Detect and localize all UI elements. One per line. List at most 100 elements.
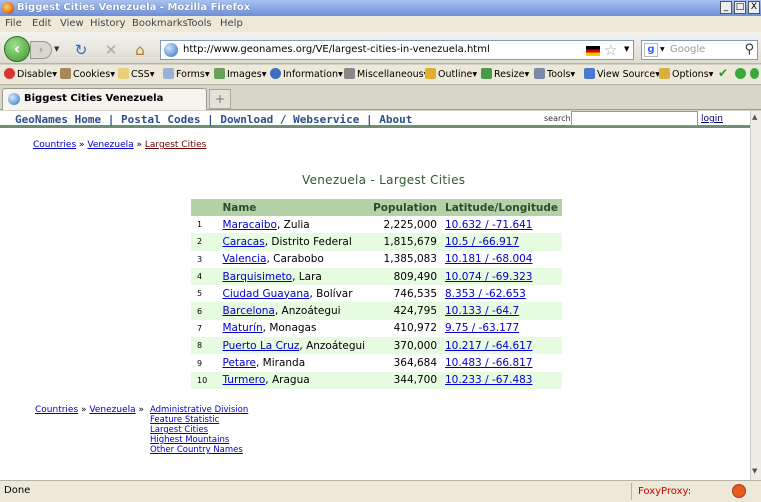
coords-link[interactable]: 10.233 / -67.483: [445, 374, 532, 386]
outline-menu[interactable]: Outline▾: [425, 68, 477, 80]
vertical-scrollbar[interactable]: ▲ ▼: [750, 111, 761, 480]
link-feature-statistic[interactable]: Feature Statistic: [150, 415, 248, 425]
cell-name: Barcelona, Anzoátegui: [218, 302, 370, 320]
cell-coords: 9.75 / -63.177: [441, 319, 562, 338]
forms-menu[interactable]: Forms▾: [163, 68, 210, 80]
menu-edit[interactable]: Edit: [32, 16, 51, 32]
view-source-menu[interactable]: View Source▾: [584, 68, 660, 80]
tools-label: Tools: [547, 69, 571, 80]
cell-population: 746,535: [369, 285, 441, 303]
history-dropdown-icon[interactable]: ▼: [54, 45, 59, 53]
link-largest-cities[interactable]: Largest Cities: [150, 425, 248, 435]
city-link[interactable]: Maturín: [222, 322, 262, 334]
reload-icon[interactable]: ↻: [72, 41, 90, 59]
cell-rank: 8: [191, 337, 219, 355]
validate-html-icon[interactable]: [750, 68, 761, 80]
stop-icon[interactable]: ✕: [102, 41, 120, 59]
menu-help[interactable]: Help: [220, 16, 243, 32]
nav-postal-codes[interactable]: Postal Codes: [121, 113, 200, 126]
nav-download-webservice[interactable]: Download / Webservice: [220, 113, 359, 126]
back-button[interactable]: ‹: [4, 36, 30, 62]
link-administrative-division[interactable]: Administrative Division: [150, 405, 248, 415]
search-box[interactable]: g ▼ Google ⚲: [641, 40, 758, 60]
options-menu[interactable]: Options▾: [659, 68, 713, 80]
home-icon[interactable]: ⌂: [131, 41, 149, 59]
table-row: 2 Caracas, Distrito Federal 1,815,679 10.5 …: [191, 233, 562, 251]
coords-link[interactable]: 8.353 / -62.653: [445, 288, 526, 300]
coords-link[interactable]: 10.217 / -64.617: [445, 340, 532, 352]
city-link[interactable]: Ciudad Guayana: [222, 288, 309, 300]
nav-geonames-home[interactable]: GeoNames Home: [15, 113, 101, 126]
css-menu[interactable]: CSS▾: [118, 68, 154, 80]
table-row: 5 Ciudad Guayana, Bolívar 746,535 8.353 / -…: [191, 285, 562, 303]
url-dropdown-icon[interactable]: ▼: [624, 45, 629, 53]
tab-bar: Biggest Cities Venezuela +: [0, 86, 761, 110]
images-menu[interactable]: Images▾: [214, 68, 266, 80]
forward-button[interactable]: ›: [30, 41, 52, 59]
breadcrumb-countries[interactable]: Countries: [33, 140, 76, 150]
miscellaneous-menu[interactable]: Miscellaneous▾: [344, 68, 428, 80]
foxyproxy-icon[interactable]: [732, 484, 746, 498]
menu-tools[interactable]: Tools: [187, 16, 212, 32]
city-link[interactable]: Petare: [222, 357, 256, 369]
close-button[interactable]: X: [748, 1, 760, 14]
cell-rank: 3: [191, 250, 219, 268]
link-other-country-names[interactable]: Other Country Names: [150, 445, 248, 455]
validate-check-icon[interactable]: ✔: [718, 66, 728, 80]
search-placeholder[interactable]: Google: [670, 44, 705, 55]
nav-about[interactable]: About: [379, 113, 412, 126]
footer-venezuela-link[interactable]: Venezuela: [89, 405, 135, 415]
coords-link[interactable]: 10.133 / -64.7: [445, 305, 519, 317]
address-bar[interactable]: http://www.geonames.org/VE/largest-citie…: [160, 40, 634, 60]
new-tab-button[interactable]: +: [209, 89, 231, 109]
breadcrumb-venezuela[interactable]: Venezuela: [87, 140, 133, 150]
scroll-down-icon[interactable]: ▼: [752, 467, 757, 475]
site-search-input[interactable]: [571, 111, 698, 126]
city-link[interactable]: Turmero: [222, 374, 265, 386]
scroll-up-icon[interactable]: ▲: [752, 113, 757, 121]
city-link[interactable]: Barcelona: [222, 305, 274, 317]
tools-menu[interactable]: Tools▾: [534, 68, 575, 80]
city-link[interactable]: Puerto La Cruz: [222, 340, 299, 352]
coords-link[interactable]: 10.483 / -66.817: [445, 357, 532, 369]
disable-menu[interactable]: Disable▾: [4, 68, 57, 80]
menu-bookmarks[interactable]: Bookmarks: [132, 16, 188, 32]
miscellaneous-label: Miscellaneous: [357, 69, 424, 80]
menu-history[interactable]: History: [90, 16, 126, 32]
minimize-button[interactable]: _: [720, 1, 732, 14]
google-icon[interactable]: g: [644, 43, 658, 57]
coords-link[interactable]: 10.181 / -68.004: [445, 253, 532, 265]
bookmark-star-icon[interactable]: ☆: [604, 41, 617, 59]
login-link[interactable]: login: [701, 114, 723, 124]
city-link[interactable]: Maracaibo: [222, 219, 276, 231]
menu-file[interactable]: File: [5, 16, 22, 32]
information-menu[interactable]: Information▾: [270, 68, 343, 80]
cell-name: Turmero, Aragua: [218, 371, 370, 389]
menu-bar: File Edit View History Bookmarks Tools H…: [0, 16, 761, 32]
validate-css-icon[interactable]: [735, 68, 748, 80]
city-link[interactable]: Caracas: [222, 236, 264, 248]
foxyproxy-status[interactable]: FoxyProxy: Disabled: [631, 483, 728, 500]
tab-biggest-cities[interactable]: Biggest Cities Venezuela: [2, 88, 207, 110]
cell-rank: 10: [191, 371, 219, 389]
footer-breadcrumb: Countries » Venezuela »: [35, 405, 144, 415]
link-highest-mountains[interactable]: Highest Mountains: [150, 435, 248, 445]
cell-coords: 10.217 / -64.617: [441, 337, 562, 355]
url-text[interactable]: http://www.geonames.org/VE/largest-citie…: [183, 44, 490, 55]
search-icon[interactable]: ⚲: [744, 42, 754, 57]
resize-menu[interactable]: Resize▾: [481, 68, 529, 80]
city-link[interactable]: Barquisimeto: [222, 271, 292, 283]
city-link[interactable]: Valencia: [222, 253, 266, 265]
coords-link[interactable]: 10.632 / -71.641: [445, 219, 532, 231]
menu-view[interactable]: View: [60, 16, 84, 32]
cookies-menu[interactable]: Cookies▾: [60, 68, 115, 80]
coords-link[interactable]: 10.5 / -66.917: [445, 236, 519, 248]
information-icon: [270, 68, 281, 79]
coords-link[interactable]: 9.75 / -63.177: [445, 322, 519, 334]
nav-separator: |: [207, 113, 214, 126]
maximize-button[interactable]: □: [734, 1, 746, 14]
search-engine-dropdown-icon[interactable]: ▼: [660, 46, 665, 53]
coords-link[interactable]: 10.074 / -69.323: [445, 271, 532, 283]
breadcrumb-largest-cities[interactable]: Largest Cities: [145, 140, 206, 150]
footer-countries-link[interactable]: Countries: [35, 405, 78, 415]
